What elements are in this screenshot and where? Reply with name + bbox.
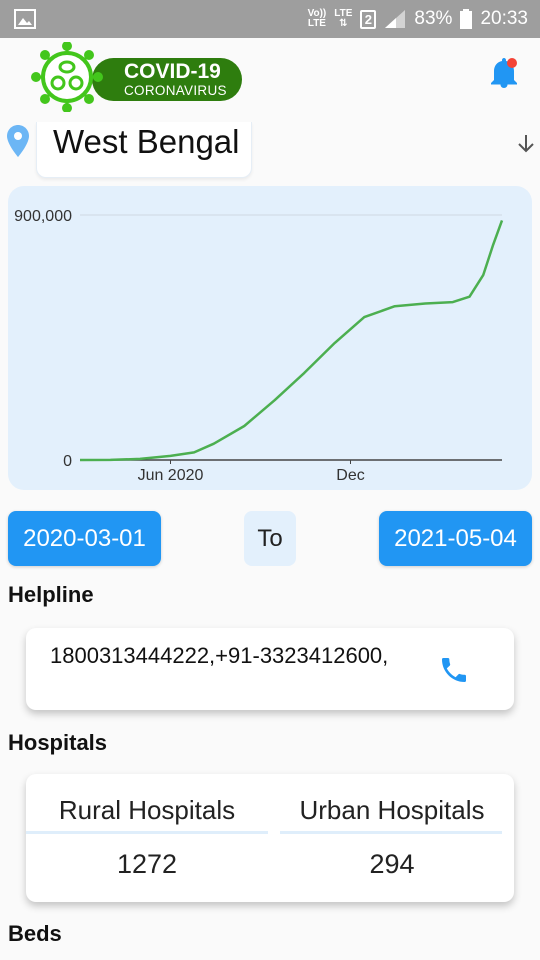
cases-chart: 900,000 0 Jun 2020 Dec [8,186,532,490]
x-tick-label: Dec [336,467,364,484]
hospitals-heading: Hospitals [8,730,108,755]
divider [26,831,268,834]
logo-title: COVID-19 [124,60,221,83]
y-tick-label: 0 [63,453,72,470]
rural-hospitals-label: Rural Hospitals [58,795,236,825]
rural-hospitals-value: 1272 [116,849,178,879]
beds-heading: Beds [8,921,62,946]
app-logo: COVID-19 CORONAVIRUS [30,42,242,112]
lte-indicator: LTE ⇅ [334,8,353,29]
x-tick-label: Jun 2020 [138,467,204,484]
helpline-heading: Helpline [8,582,94,607]
notification-bell-icon[interactable] [486,56,522,92]
gallery-icon [14,9,36,29]
battery-percent: 83% [414,8,453,29]
status-bar: Vo)) LTE LTE ⇅ 2 83% 20:33 [0,0,540,38]
y-tick-label: 900,000 [14,208,72,225]
logo-badge: COVID-19 CORONAVIRUS [92,58,242,101]
state-name: West Bengal [53,123,240,160]
helpline-number: 1800313444222,+91-3323412600, [50,643,389,668]
logo-subtitle: CORONAVIRUS [124,83,227,98]
volte-indicator: Vo)) LTE [307,8,327,29]
location-pin-icon [7,125,29,157]
urban-hospitals-value: 294 [369,849,415,879]
cases-line-chart: 900,000 0 Jun 2020 Dec [14,208,504,484]
start-date-button[interactable]: 2020-03-01 [8,511,161,566]
clock: 20:33 [480,8,528,29]
urban-hospitals-label: Urban Hospitals [299,795,485,825]
date-range-separator: To [244,511,296,566]
divider [280,831,502,834]
virus-icon [31,42,103,112]
state-selector[interactable]: West Bengal [36,122,252,178]
series-line [79,219,504,462]
signal-icon [385,10,406,28]
end-date-button[interactable]: 2021-05-04 [379,511,532,566]
arrow-down-icon[interactable] [514,132,538,156]
helpline-card: 1800313444222,+91-3323412600, [26,628,514,710]
phone-icon[interactable] [438,654,470,686]
hospitals-card: Rural Hospitals Urban Hospitals 1272 294 [26,774,514,902]
sim-slot-indicator: 2 [360,9,377,29]
battery-icon [460,9,473,29]
